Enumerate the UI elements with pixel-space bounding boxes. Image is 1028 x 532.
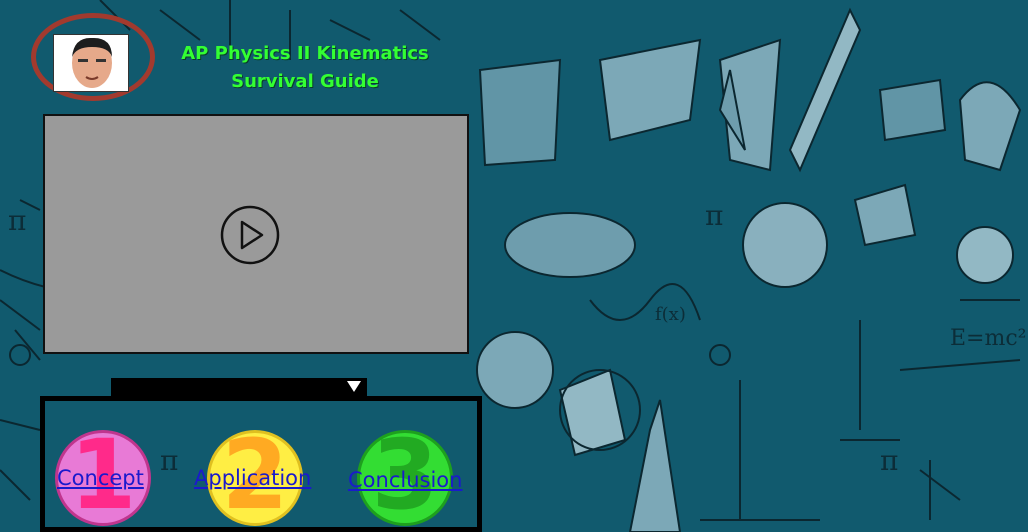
play-icon[interactable]	[220, 205, 280, 265]
conclusion-link[interactable]: Conclusion	[348, 468, 462, 492]
avatar-photo	[54, 35, 128, 91]
svg-text:E=mc²: E=mc²	[950, 326, 1027, 351]
svg-text:π: π	[8, 204, 26, 237]
title-line-2: Survival Guide	[231, 71, 379, 92]
dropdown-selector[interactable]	[111, 378, 367, 397]
svg-text:π: π	[705, 199, 723, 232]
avatar	[53, 34, 129, 92]
application-link[interactable]: Application	[194, 466, 311, 490]
chevron-down-icon[interactable]	[347, 381, 361, 392]
title-line-1: AP Physics II Kinematics	[181, 43, 429, 64]
video-player[interactable]	[43, 114, 469, 354]
svg-text:f(x): f(x)	[655, 304, 686, 325]
svg-text:π: π	[880, 444, 898, 477]
page-title: AP Physics II Kinematics Survival Guide	[170, 40, 440, 96]
concept-link[interactable]: Concept	[57, 466, 144, 490]
